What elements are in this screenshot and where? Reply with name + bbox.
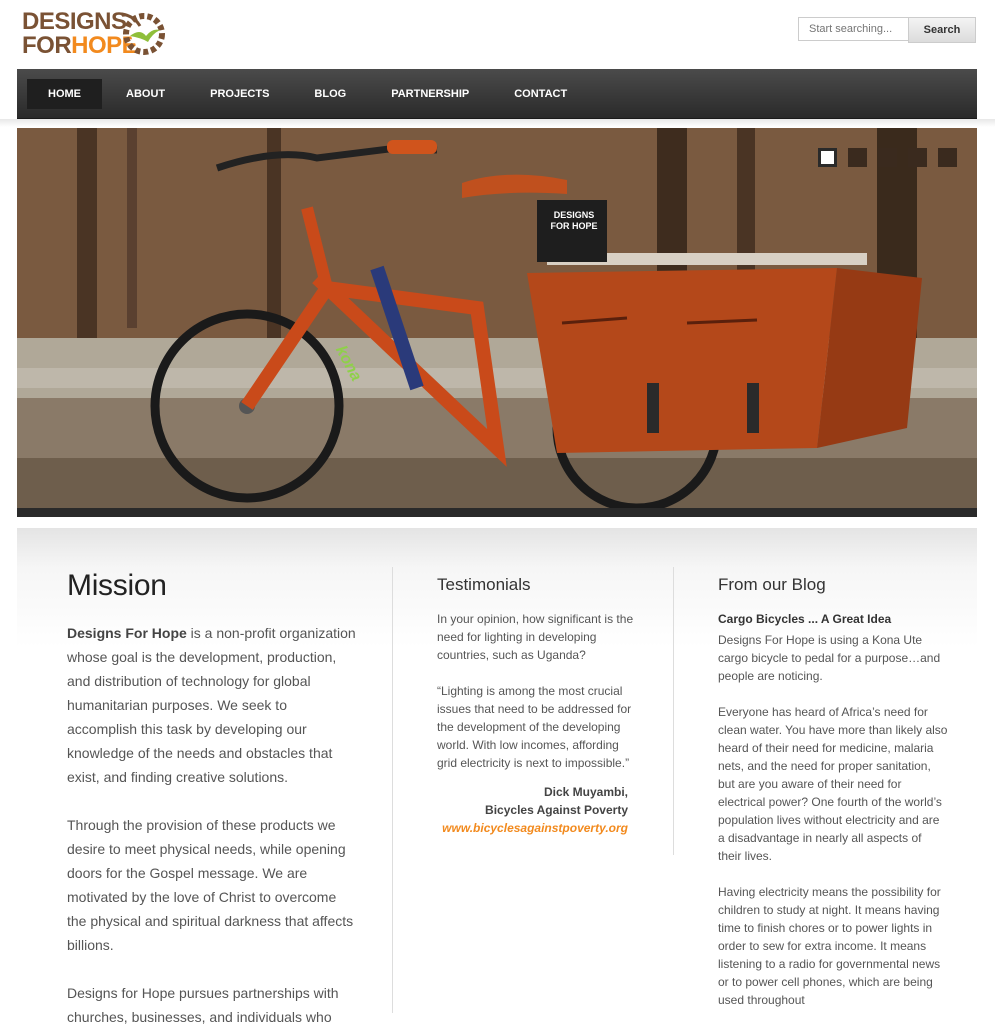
slide-dot-1[interactable] [818, 148, 837, 167]
testimonials-title: Testimonials [437, 575, 531, 594]
column-divider [392, 567, 393, 1013]
search-button[interactable]: Search [908, 17, 976, 43]
mission-title: Mission [67, 569, 167, 602]
blog-paragraph: Designs For Hope is using a Kona Ute car… [718, 633, 941, 683]
testimonial-link[interactable]: www.bicyclesagainstpoverty.org [437, 819, 628, 837]
hero-bottom-bar [17, 508, 977, 517]
nav-shadow [0, 119, 995, 127]
testimonials-section: Testimonials In your opinion, how signif… [437, 574, 637, 837]
gear-bird-icon [121, 12, 165, 55]
nav-item-partnership[interactable]: PARTNERSHIP [370, 79, 490, 109]
crate-label: DESIGNS FOR HOPE [550, 210, 598, 231]
testimonial-question: In your opinion, how significant is the … [437, 612, 634, 662]
blog-section: From our Blog Cargo Bicycles ... A Great… [718, 574, 948, 1009]
nav-item-contact[interactable]: CONTACT [493, 79, 588, 109]
slide-dot-3[interactable] [878, 148, 897, 167]
nav-item-blog[interactable]: BLOG [293, 79, 367, 109]
mission-paragraph: Designs For Hope is a non-profit organiz… [67, 625, 356, 785]
site-logo[interactable]: DESIGNS FORHOPE [20, 8, 175, 60]
main-navigation: HOME ABOUT PROJECTS BLOG PARTNERSHIP CON… [17, 69, 977, 119]
blog-post-title[interactable]: Cargo Bicycles ... A Great Idea [718, 610, 948, 628]
nav-item-home[interactable]: HOME [27, 79, 102, 109]
nav-item-projects[interactable]: PROJECTS [189, 79, 290, 109]
nav-item-about[interactable]: ABOUT [105, 79, 186, 109]
column-divider [673, 567, 674, 855]
testimonial-quote: “Lighting is among the most crucial issu… [437, 684, 632, 770]
blog-paragraph: Everyone has heard of Africa’s need for … [718, 705, 948, 863]
slide-dot-2[interactable] [848, 148, 867, 167]
slide-dot-4[interactable] [908, 148, 927, 167]
blog-paragraph: Having electricity means the possibility… [718, 885, 941, 1007]
slide-dot-5[interactable] [938, 148, 957, 167]
hero-slideshow[interactable]: DESIGNS FOR HOPE kona [17, 128, 977, 508]
slider-pagination [807, 148, 957, 167]
testimonial-organization: Bicycles Against Poverty [485, 803, 628, 817]
search-form: Search [798, 17, 976, 43]
mission-paragraph: Designs for Hope pursues partnerships wi… [67, 985, 339, 1025]
mission-section: Mission Designs For Hope is a non-profit… [67, 568, 357, 1029]
testimonial-author: Dick Muyambi, [543, 785, 628, 799]
blog-title: From our Blog [718, 575, 826, 594]
hero-image-cargo-bike [17, 128, 977, 508]
logo-text-designs: DESIGNS [22, 8, 127, 35]
mission-paragraph: Through the provision of these products … [67, 817, 354, 953]
search-input[interactable] [798, 17, 908, 41]
